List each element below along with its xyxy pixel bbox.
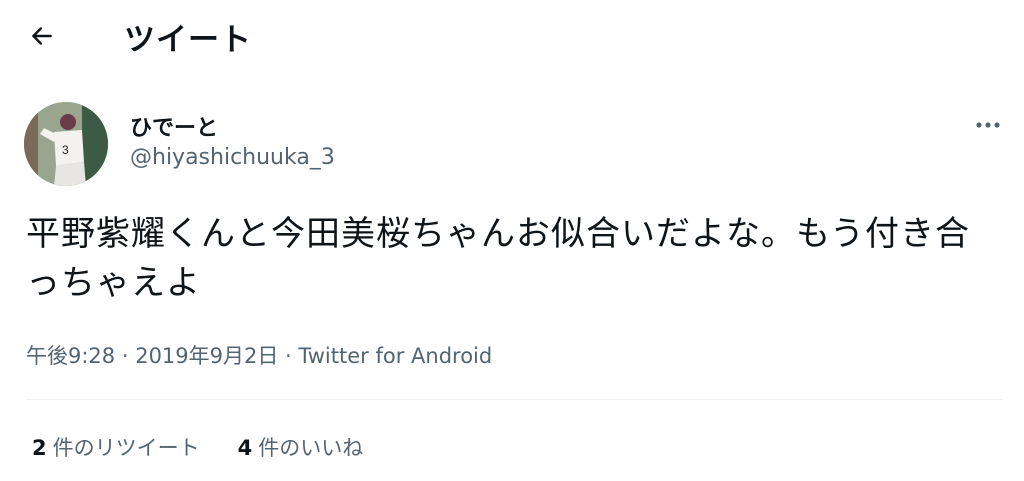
tweet-text: 平野紫耀くんと今田美桜ちゃんお似合いだよな。もう付き合っちゃえよ xyxy=(26,214,970,303)
back-button[interactable] xyxy=(24,18,60,54)
likes-stat[interactable]: 4 件のいいね xyxy=(238,432,364,462)
tweet-time[interactable]: 午後9:28 xyxy=(26,344,115,368)
page-title: ツイート xyxy=(124,22,252,58)
tweet-meta: 午後9:28 · 2019年9月2日 · Twitter for Android xyxy=(26,340,492,370)
like-count: 4 xyxy=(237,436,253,460)
retweet-label: 件のリツイート xyxy=(52,436,200,460)
arrow-left-icon xyxy=(32,27,52,45)
retweet-count: 2 xyxy=(32,436,47,460)
top-bar: ツイート xyxy=(0,0,1024,74)
svg-text:3: 3 xyxy=(62,143,69,157)
more-horizontal-icon xyxy=(976,122,1000,128)
tweet-date[interactable]: 2019年9月2日 xyxy=(135,344,278,368)
tweet-stats: 2 件のリツイート 4 件のいいね xyxy=(32,432,363,462)
avatar[interactable]: 3 xyxy=(24,102,108,186)
avatar-photo: 3 xyxy=(24,102,108,186)
meta-separator: · xyxy=(115,344,136,368)
author-handle[interactable]: @hiyashichuuka_3 xyxy=(130,145,335,170)
like-label: 件のいいね xyxy=(258,436,364,460)
author-name[interactable]: ひでーと xyxy=(130,110,218,142)
meta-separator: · xyxy=(278,344,299,368)
retweets-stat[interactable]: 2 件のリツイート xyxy=(32,432,200,462)
more-button[interactable] xyxy=(970,110,1006,140)
divider xyxy=(26,399,1003,400)
tweet-source[interactable]: Twitter for Android xyxy=(298,344,492,368)
